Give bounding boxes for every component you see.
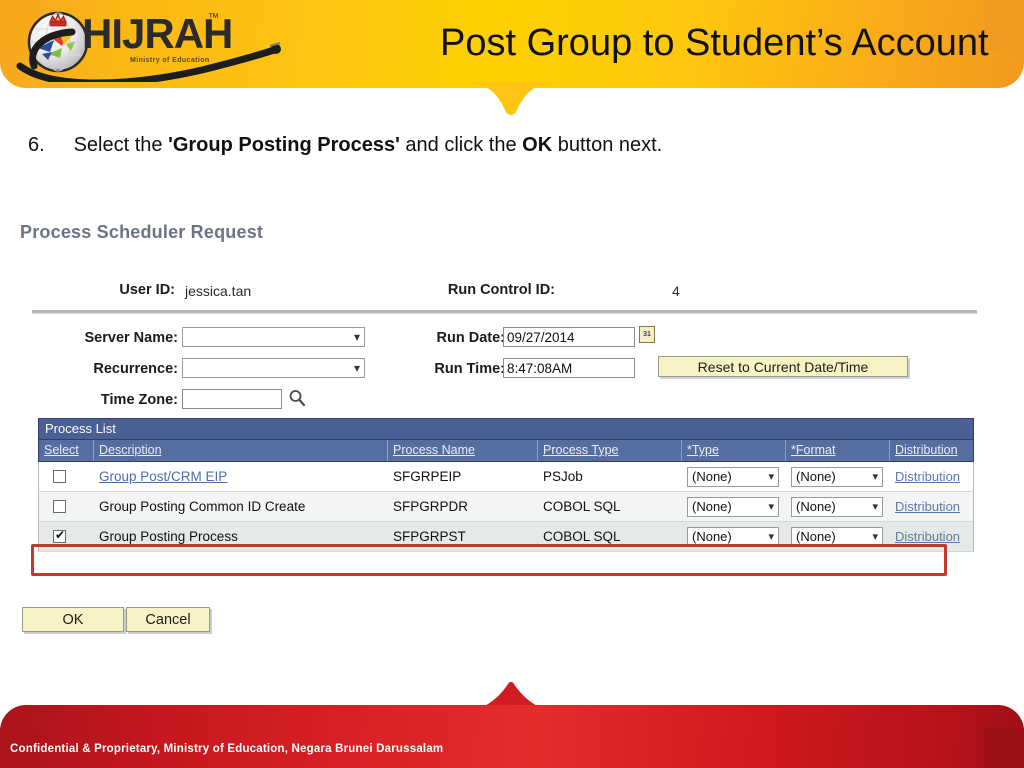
row-description: Group Posting Process (99, 529, 238, 544)
run-time-input[interactable]: 8:47:08AM (503, 358, 635, 378)
run-date-input[interactable]: 09/27/2014 (503, 327, 635, 347)
row-distribution-cell[interactable]: Distribution (890, 529, 973, 544)
row-process-name: SFPGRPST (393, 529, 466, 544)
row-distribution-cell[interactable]: Distribution (890, 499, 973, 514)
chevron-down-icon: ▾ (872, 530, 878, 543)
instruction-bold-2: OK (522, 134, 553, 156)
row-distribution-link[interactable]: Distribution (895, 469, 960, 484)
table-row[interactable]: Group Posting Process SFPGRPST COBOL SQL… (38, 522, 974, 552)
run-time-label: Run Time: (434, 361, 505, 377)
page-title: Post Group to Student’s Account (440, 22, 989, 64)
chevron-down-icon: ▾ (872, 470, 878, 483)
row-format-cell[interactable]: (None) ▾ (786, 496, 890, 517)
instruction-part-1: Select the (73, 134, 163, 156)
row-type-cell[interactable]: (None) ▾ (682, 466, 786, 487)
slide-footer-banner: Confidential & Proprietary, Ministry of … (0, 705, 1024, 768)
row-distribution-link[interactable]: Distribution (895, 499, 960, 514)
instruction-number: 6. (28, 134, 45, 156)
time-zone-label: Time Zone: (100, 392, 178, 408)
hijrah-logo: HIJRAH ™ Ministry of Education (8, 4, 308, 82)
section-divider (32, 310, 977, 314)
column-header-select[interactable]: Select (39, 440, 94, 461)
row-checkbox[interactable] (53, 470, 66, 483)
run-control-id-value: 4 (672, 283, 680, 299)
row-type-select[interactable]: (None) ▾ (687, 496, 779, 517)
process-scheduler-request-panel: Process Scheduler Request User ID: jessi… (0, 222, 1024, 652)
chevron-down-icon: ▾ (768, 500, 774, 513)
row-process-type: PSJob (543, 469, 583, 484)
run-control-id-label: Run Control ID: (447, 282, 555, 298)
user-id-value: jessica.tan (185, 283, 252, 299)
instruction-part-3: button next. (557, 134, 663, 156)
row-distribution-link[interactable]: Distribution (895, 529, 960, 544)
row-format-select[interactable]: (None) ▾ (791, 526, 883, 547)
recurrence-label: Recurrence: (93, 361, 178, 377)
row-process-type: COBOL SQL (543, 499, 621, 514)
table-row[interactable]: Group Posting Common ID Create SFPGRPDR … (38, 492, 974, 522)
column-header-distribution[interactable]: Distribution (890, 440, 973, 461)
row-distribution-cell[interactable]: Distribution (890, 469, 973, 484)
globe-icon (27, 11, 89, 73)
user-id-label: User ID: (119, 282, 175, 298)
row-select-cell[interactable] (39, 500, 94, 513)
crown-icon (49, 12, 67, 27)
ok-button[interactable]: OK (22, 607, 124, 632)
row-checkbox[interactable] (53, 500, 66, 513)
process-list-title: Process List (38, 418, 974, 440)
logo-trademark: ™ (208, 12, 219, 24)
row-description[interactable]: Group Post/CRM EIP (94, 469, 388, 484)
chevron-down-icon: ▾ (768, 470, 774, 483)
row-checkbox[interactable] (53, 530, 66, 543)
row-type-select[interactable]: (None) ▾ (687, 526, 779, 547)
footer-confidentiality-text: Confidential & Proprietary, Ministry of … (10, 743, 444, 755)
row-format-cell[interactable]: (None) ▾ (786, 526, 890, 547)
row-format-select[interactable]: (None) ▾ (791, 466, 883, 487)
reset-to-current-date-time-button[interactable]: Reset to Current Date/Time (658, 356, 908, 377)
row-type-cell[interactable]: (None) ▾ (682, 526, 786, 547)
panel-title: Process Scheduler Request (20, 222, 264, 242)
cancel-button[interactable]: Cancel (126, 607, 210, 632)
row-type-cell[interactable]: (None) ▾ (682, 496, 786, 517)
row-format-cell[interactable]: (None) ▾ (786, 466, 890, 487)
instruction-bold-1: 'Group Posting Process' (168, 134, 400, 156)
column-header-process-name[interactable]: Process Name (388, 440, 538, 461)
time-zone-input[interactable] (182, 389, 282, 409)
server-name-label: Server Name: (84, 330, 179, 346)
column-header-description[interactable]: Description (94, 440, 388, 461)
row-process-name: SFGRPEIP (393, 469, 462, 484)
row-process-type: COBOL SQL (543, 529, 621, 544)
instruction-part-2: and click the (405, 134, 517, 156)
process-list-header-row: Select Description Process Name Process … (38, 440, 974, 462)
row-format-select[interactable]: (None) ▾ (791, 496, 883, 517)
chevron-down-icon: ▾ (872, 500, 878, 513)
column-header-type[interactable]: *Type (682, 440, 786, 461)
logo-tagline: Ministry of Education (130, 57, 210, 64)
row-type-select[interactable]: (None) ▾ (687, 466, 779, 487)
run-date-label: Run Date: (436, 330, 505, 346)
header-pointer-shape (472, 82, 550, 116)
slide-header-banner: HIJRAH ™ Ministry of Education Post Grou… (0, 0, 1024, 88)
process-list-grid: Process List Select Description Process … (38, 418, 974, 552)
magnifier-icon[interactable] (288, 388, 306, 408)
footer-right-corner-fill (984, 728, 1024, 768)
column-header-format[interactable]: *Format (786, 440, 890, 461)
table-row[interactable]: Group Post/CRM EIP SFGRPEIP PSJob (None)… (38, 462, 974, 492)
column-header-process-type[interactable]: Process Type (538, 440, 682, 461)
row-description-link[interactable]: Group Post/CRM EIP (99, 469, 227, 484)
row-process-name: SFPGRPDR (393, 499, 469, 514)
row-select-cell[interactable] (39, 470, 94, 483)
row-description: Group Posting Common ID Create (99, 499, 306, 514)
calendar-icon[interactable]: 31 (639, 326, 655, 343)
server-name-select[interactable]: ▾ (182, 327, 365, 347)
recurrence-select[interactable]: ▾ (182, 358, 365, 378)
row-select-cell[interactable] (39, 530, 94, 543)
chevron-down-icon: ▾ (768, 530, 774, 543)
instruction-line: 6. Select the 'Group Posting Process' an… (28, 134, 988, 157)
